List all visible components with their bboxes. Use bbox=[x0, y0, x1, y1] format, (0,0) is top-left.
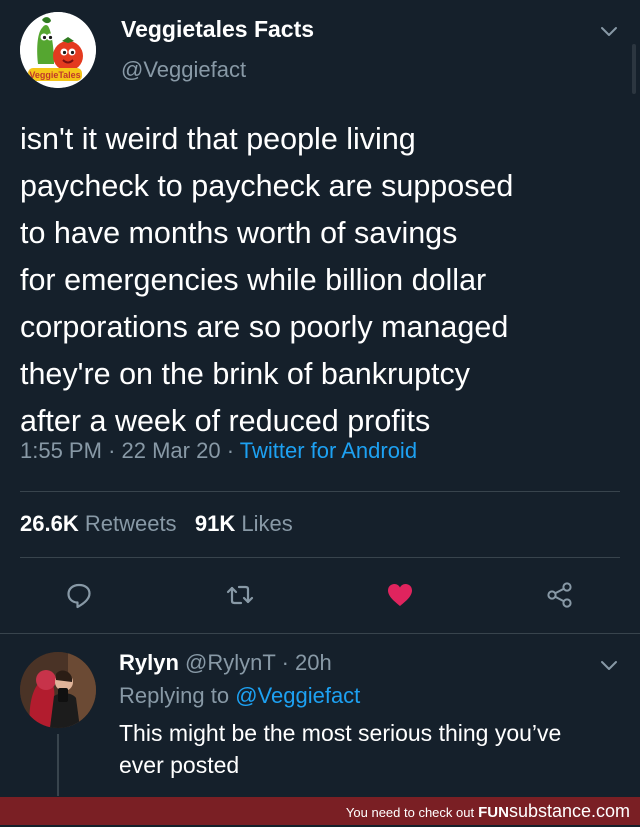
author-display-name[interactable]: Veggietales Facts bbox=[121, 16, 314, 43]
tweet-text-line: to have months worth of savings bbox=[20, 216, 458, 250]
tweet-time: 1:55 PM bbox=[20, 438, 102, 463]
tweet-text-line: isn't it weird that people living bbox=[20, 122, 416, 156]
likes-count: 91K bbox=[194, 511, 236, 536]
tweet-stats: 26.6K Retweets 91K Likes bbox=[20, 511, 293, 537]
retweets-stat[interactable]: 26.6K Retweets bbox=[20, 511, 177, 536]
tweet-text: isn't it weird that people living payche… bbox=[20, 116, 620, 445]
reply-handle[interactable]: @RylynT bbox=[185, 650, 275, 675]
divider bbox=[20, 557, 620, 558]
likes-label: Likes bbox=[241, 511, 293, 536]
reply-text: This might be the most serious thing you… bbox=[119, 717, 619, 781]
tweet-header: VeggieTales Veggietales Facts @Veggiefac… bbox=[0, 0, 640, 100]
watermark-brand-substance: substance.com bbox=[508, 801, 630, 821]
reply-author-avatar[interactable] bbox=[20, 652, 96, 728]
author-handle[interactable]: @Veggiefact bbox=[121, 57, 246, 83]
avatar-photo-icon bbox=[20, 652, 96, 728]
veggietales-logo-icon: VeggieTales bbox=[20, 12, 96, 88]
reply-chevron-down-icon[interactable] bbox=[597, 656, 621, 676]
retweets-label: Retweets bbox=[84, 511, 177, 536]
replying-to-label: Replying to bbox=[119, 683, 230, 708]
reply-text-line: This might be the most serious thing you… bbox=[119, 720, 562, 746]
replying-to-mention[interactable]: @Veggiefact bbox=[235, 683, 360, 708]
watermark-text: You need to check out bbox=[345, 805, 475, 820]
tweet-metadata: 1:55 PM · 22 Mar 20 · Twitter for Androi… bbox=[20, 438, 417, 464]
reply-text-line: ever posted bbox=[119, 752, 240, 778]
watermark-brand-fun: FUN bbox=[478, 804, 509, 821]
share-icon[interactable] bbox=[545, 580, 575, 610]
thread-line bbox=[57, 734, 59, 796]
meta-separator: · bbox=[226, 438, 235, 463]
tweet-text-line: corporations are so poorly managed bbox=[20, 310, 509, 344]
divider bbox=[0, 633, 640, 634]
tweet-date: 22 Mar 20 bbox=[121, 438, 221, 463]
watermark-banner: You need to check out FUNsubstance.com bbox=[0, 797, 640, 825]
tweet-text-line: paycheck to paycheck are supposed bbox=[20, 169, 514, 203]
reply-time: 20h bbox=[295, 650, 332, 675]
retweet-icon[interactable] bbox=[225, 580, 255, 610]
retweets-count: 26.6K bbox=[20, 511, 79, 536]
reply-icon[interactable] bbox=[64, 580, 94, 610]
reply-display-name[interactable]: Rylyn bbox=[119, 650, 179, 675]
tweet-source-link[interactable]: Twitter for Android bbox=[240, 438, 417, 463]
reply-separator: · bbox=[281, 650, 289, 675]
divider bbox=[20, 491, 620, 492]
likes-stat[interactable]: 91K Likes bbox=[195, 511, 293, 536]
tweet-text-line: they're on the brink of bankruptcy bbox=[20, 357, 471, 391]
author-avatar[interactable]: VeggieTales bbox=[20, 12, 96, 88]
reply-header: Rylyn @RylynT · 20h bbox=[119, 650, 332, 676]
meta-separator: · bbox=[108, 438, 116, 463]
scrollbar[interactable] bbox=[632, 44, 636, 94]
heart-icon[interactable] bbox=[385, 580, 415, 610]
replying-to: Replying to @Veggiefact bbox=[119, 683, 360, 709]
chevron-down-icon[interactable] bbox=[597, 22, 621, 42]
tweet-text-line: for emergencies while billion dollar bbox=[20, 263, 487, 297]
svg-text:VeggieTales: VeggieTales bbox=[29, 70, 80, 80]
